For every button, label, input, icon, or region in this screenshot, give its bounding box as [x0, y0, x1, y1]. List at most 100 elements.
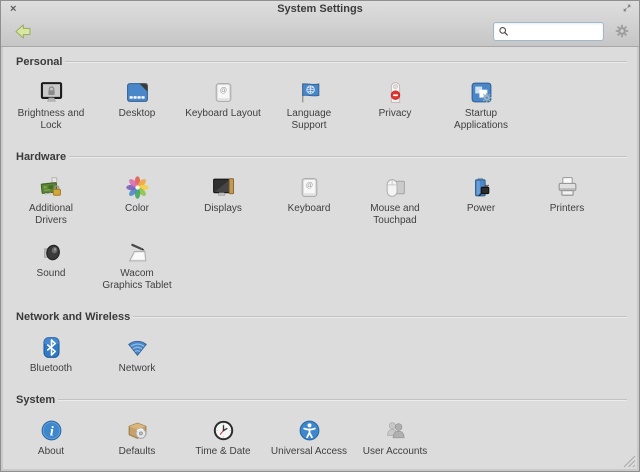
- toolbar: [1, 17, 639, 47]
- about-icon: i: [39, 417, 64, 443]
- tile-label: Language Support: [286, 108, 332, 131]
- section-title: System: [16, 394, 56, 406]
- tile-keyboard[interactable]: @ Keyboard: [266, 168, 352, 229]
- tile-startup-applications[interactable]: Startup Applications: [438, 73, 524, 134]
- tile-keyboard-layout[interactable]: @ Keyboard Layout: [180, 73, 266, 134]
- system-settings-window: × System Settings Personal Brightness and…: [0, 0, 640, 472]
- window-title: System Settings: [277, 3, 363, 15]
- search-input[interactable]: [510, 23, 600, 39]
- tile-power[interactable]: Power: [438, 168, 524, 229]
- gear-icon: [615, 24, 629, 38]
- restore-window-icon[interactable]: [622, 3, 632, 13]
- tile-bluetooth[interactable]: Bluetooth: [8, 328, 94, 377]
- tile-network[interactable]: Network: [94, 328, 180, 377]
- section-header: Hardware: [3, 142, 637, 165]
- tile-label: Keyboard: [287, 203, 331, 214]
- tile-desktop[interactable]: Desktop: [94, 73, 180, 134]
- bluetooth-icon: [39, 334, 64, 360]
- tile-sound[interactable]: Sound: [8, 233, 94, 294]
- tile-language-support[interactable]: Language Support: [266, 73, 352, 134]
- tile-label: Sound: [36, 268, 66, 279]
- tile-displays[interactable]: Displays: [180, 168, 266, 229]
- tile-label: Additional Drivers: [29, 203, 73, 226]
- section-system: System i About Defaults Time & Date Universal…: [3, 385, 637, 468]
- svg-text:@: @: [305, 180, 312, 189]
- tile-row: Sound Wacom Graphics Tablet: [3, 230, 637, 295]
- tile-about[interactable]: i About: [8, 411, 94, 460]
- color-icon: [125, 174, 150, 200]
- time-date-icon: [211, 417, 236, 443]
- keyboard-icon: @: [297, 174, 322, 200]
- tile-label: Desktop: [118, 108, 156, 119]
- wacom-icon: [125, 239, 150, 265]
- section-network-and-wireless: Network and Wireless Bluetooth Network: [3, 302, 637, 385]
- startup-applications-icon: [469, 79, 494, 105]
- tile-label: Universal Access: [270, 446, 348, 457]
- tile-universal-access[interactable]: Universal Access: [266, 411, 352, 460]
- section-title: Network and Wireless: [16, 311, 131, 323]
- section-title: Personal: [16, 56, 63, 68]
- tile-label: Printers: [549, 203, 585, 214]
- brightness-lock-icon: [39, 79, 64, 105]
- section-header: System: [3, 385, 637, 408]
- svg-text:i: i: [49, 423, 53, 439]
- tile-label: Time & Date: [195, 446, 251, 457]
- tile-label: Brightness and Lock: [17, 108, 85, 131]
- resize-grip[interactable]: [623, 455, 636, 468]
- tile-label: Mouse and Touchpad: [370, 203, 420, 226]
- content: Personal Brightness and Lock Desktop @ Keybo…: [1, 47, 639, 471]
- tile-row: Brightness and Lock Desktop @ Keyboard Layo…: [3, 70, 637, 135]
- section-title: Hardware: [16, 151, 67, 163]
- defaults-icon: [125, 417, 150, 443]
- tile-label: Power: [466, 203, 496, 214]
- universal-access-icon: [297, 417, 322, 443]
- privacy-icon: [383, 79, 408, 105]
- close-button[interactable]: ×: [10, 2, 16, 16]
- tile-label: Bluetooth: [29, 363, 73, 374]
- tile-label: Defaults: [118, 446, 156, 457]
- tile-wacom-graphics-tablet[interactable]: Wacom Graphics Tablet: [94, 233, 180, 294]
- section-divider: [65, 61, 627, 63]
- tile-printers[interactable]: Printers: [524, 168, 610, 229]
- section-divider: [69, 156, 627, 158]
- network-icon: [125, 334, 150, 360]
- power-icon: [469, 174, 494, 200]
- tile-mouse-and-touchpad[interactable]: Mouse and Touchpad: [352, 168, 438, 229]
- sound-icon: [39, 239, 64, 265]
- printers-icon: [555, 174, 580, 200]
- tile-label: Privacy: [378, 108, 412, 119]
- back-button[interactable]: [9, 20, 36, 43]
- mouse-touchpad-icon: [383, 174, 408, 200]
- section-header: Network and Wireless: [3, 302, 637, 325]
- settings-gear-button[interactable]: [612, 21, 632, 41]
- section-personal: Personal Brightness and Lock Desktop @ Keybo…: [3, 47, 637, 142]
- tile-label: Keyboard Layout: [185, 108, 261, 119]
- tile-defaults[interactable]: Defaults: [94, 411, 180, 460]
- tile-label: User Accounts: [362, 446, 428, 457]
- search-box[interactable]: [493, 21, 604, 41]
- tile-row: i About Defaults Time & Date Universal Acces…: [3, 408, 637, 461]
- tile-time-date[interactable]: Time & Date: [180, 411, 266, 460]
- tile-label: Startup Applications: [454, 108, 508, 131]
- section-divider: [133, 316, 627, 318]
- keyboard-layout-icon: @: [211, 79, 236, 105]
- language-support-icon: [297, 79, 322, 105]
- window-chrome: × System Settings: [1, 1, 639, 47]
- tile-label: Network: [118, 363, 156, 374]
- additional-drivers-icon: [39, 174, 64, 200]
- tile-additional-drivers[interactable]: Additional Drivers: [8, 168, 94, 229]
- svg-text:@: @: [219, 85, 226, 94]
- tile-label: Wacom Graphics Tablet: [102, 268, 172, 291]
- section-hardware: Hardware Additional Drivers Color Displays @…: [3, 142, 637, 302]
- tile-label: Color: [125, 203, 149, 214]
- tile-label: Displays: [204, 203, 242, 214]
- search-icon: [499, 26, 508, 36]
- tile-color[interactable]: Color: [94, 168, 180, 229]
- desktop-icon: [125, 79, 150, 105]
- displays-icon: [211, 174, 236, 200]
- tile-privacy[interactable]: Privacy: [352, 73, 438, 134]
- section-divider: [58, 399, 627, 401]
- tile-user-accounts[interactable]: User Accounts: [352, 411, 438, 460]
- tile-brightness-and-lock[interactable]: Brightness and Lock: [8, 73, 94, 134]
- tile-label: About: [37, 446, 65, 457]
